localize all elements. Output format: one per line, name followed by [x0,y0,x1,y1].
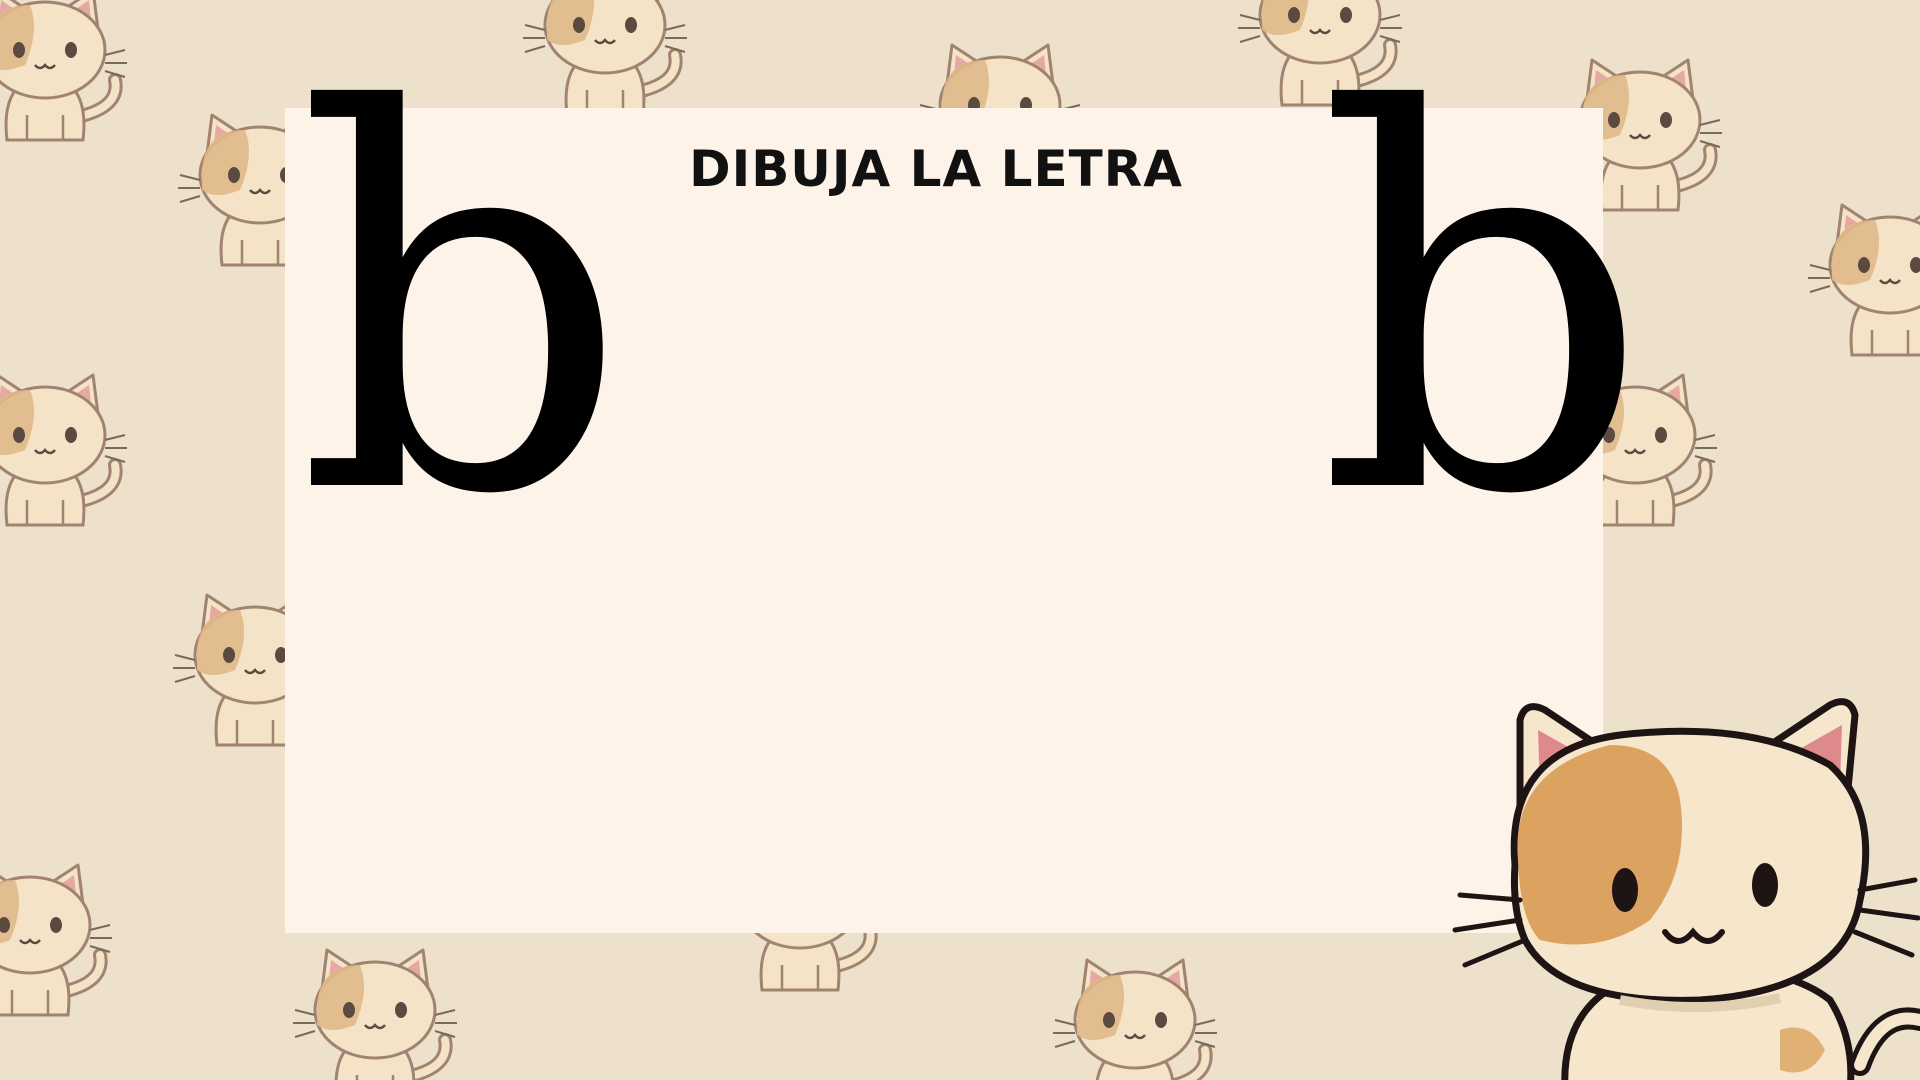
kitten-icon [1452,698,1920,1080]
letter-sample-right: b [1317,2,1650,608]
letter-sample-left: b [296,2,629,608]
